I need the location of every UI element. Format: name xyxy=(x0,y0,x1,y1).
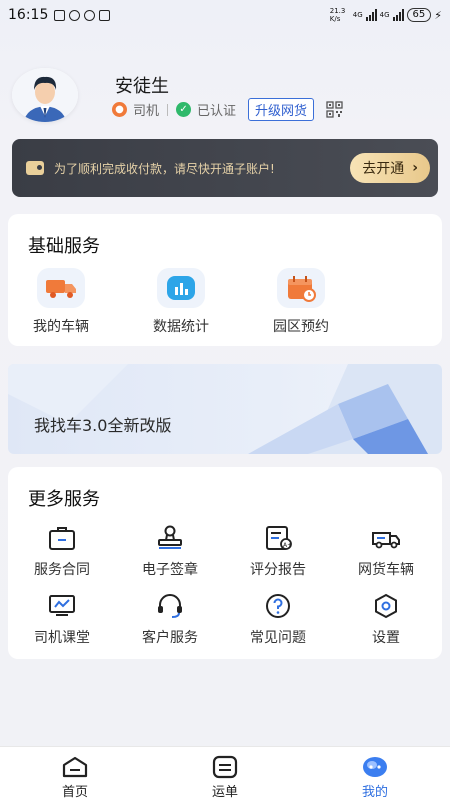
wallet-icon xyxy=(26,161,44,175)
classroom-icon xyxy=(12,591,112,621)
chart-icon xyxy=(157,268,205,308)
signal-label-2: 4G xyxy=(379,11,390,19)
chevron-right-icon: › xyxy=(412,160,418,176)
question-icon xyxy=(228,591,328,621)
service-label: 网货车辆 xyxy=(358,562,414,578)
svg-text:A+: A+ xyxy=(283,542,292,549)
service-label: 数据统计 xyxy=(153,319,209,335)
profile-icon xyxy=(300,755,450,779)
truck-icon xyxy=(37,268,85,308)
service-driver-classroom[interactable]: 司机课堂 xyxy=(12,591,112,647)
service-data-stats[interactable]: 数据统计 xyxy=(136,268,226,336)
briefcase-icon xyxy=(12,523,112,553)
driver-icon: ● xyxy=(112,102,127,117)
service-network-vehicles[interactable]: 网货车辆 xyxy=(336,523,436,579)
tab-label: 首页 xyxy=(61,785,88,800)
signal-icon xyxy=(365,9,377,21)
basic-services-title: 基础服务 xyxy=(28,236,100,257)
waybill-icon xyxy=(150,755,300,779)
signal-label-1: 4G xyxy=(352,11,363,19)
status-bar: 16:15 21.3 K/s 4G 4G 65 ⚡ xyxy=(0,0,450,30)
service-park-booking[interactable]: 园区预约 xyxy=(256,268,346,336)
tab-waybill[interactable]: 运单 xyxy=(150,747,300,800)
service-faq[interactable]: 常见问题 xyxy=(228,591,328,647)
more-services-card: 更多服务 服务合同 电子签章 A+ 评分报告 网货车辆 司机课堂 客户服务 常见… xyxy=(8,467,442,659)
user-name: 安徒生 xyxy=(115,76,169,97)
page: 16:15 21.3 K/s 4G 4G 65 ⚡ 安徒生 ● 司机 ✓ 已认证… xyxy=(0,0,450,800)
open-account-label: 去开通 xyxy=(362,161,405,177)
promo-banner[interactable]: 我找车3.0全新改版 xyxy=(8,364,442,454)
mute-icon xyxy=(99,9,111,21)
qr-code-icon[interactable] xyxy=(326,101,343,118)
tab-label: 运单 xyxy=(211,785,238,800)
notice-text: 为了顺利完成收付款，请尽快开通子账户! xyxy=(54,161,275,176)
headset-icon xyxy=(120,591,220,621)
basic-services-card: 基础服务 我的车辆 数据统计 园区预约 xyxy=(8,214,442,346)
location-icon xyxy=(84,9,96,21)
battery-icon: 65 xyxy=(406,8,432,22)
verified-label: 已认证 xyxy=(197,104,237,119)
nfc-icon xyxy=(69,9,81,21)
status-time: 16:15 xyxy=(8,7,49,23)
truck-outline-icon xyxy=(336,523,436,553)
service-label: 设置 xyxy=(372,630,400,646)
avatar[interactable] xyxy=(12,68,78,122)
service-contract[interactable]: 服务合同 xyxy=(12,523,112,579)
report-icon: A+ xyxy=(228,523,328,553)
service-label: 常见问题 xyxy=(250,630,306,646)
service-label: 服务合同 xyxy=(34,562,90,578)
service-label: 司机课堂 xyxy=(34,630,90,646)
service-e-signature[interactable]: 电子签章 xyxy=(120,523,220,579)
profile-tags: ● 司机 ✓ 已认证 升级网货 xyxy=(112,98,343,121)
service-label: 电子签章 xyxy=(142,562,198,578)
service-label: 我的车辆 xyxy=(33,319,89,335)
promo-text: 我找车3.0全新改版 xyxy=(34,416,172,435)
more-services-title: 更多服务 xyxy=(28,489,100,510)
service-label: 园区预约 xyxy=(273,319,329,335)
charging-icon: ⚡ xyxy=(434,8,442,22)
service-score-report[interactable]: A+ 评分报告 xyxy=(228,523,328,579)
notification-icon xyxy=(54,9,66,21)
open-account-button[interactable]: 去开通 › xyxy=(350,153,430,183)
settings-icon xyxy=(336,591,436,621)
service-my-vehicles[interactable]: 我的车辆 xyxy=(16,268,106,336)
upgrade-button[interactable]: 升级网货 xyxy=(248,98,315,121)
home-icon xyxy=(0,755,150,779)
calendar-icon xyxy=(277,268,325,308)
role-label: 司机 xyxy=(133,104,160,119)
tab-label: 我的 xyxy=(361,785,388,800)
net-speed: 21.3 K/s xyxy=(329,7,346,23)
service-label: 客户服务 xyxy=(142,630,198,646)
tab-profile[interactable]: 我的 xyxy=(300,747,450,800)
service-settings[interactable]: 设置 xyxy=(336,591,436,647)
stamp-icon xyxy=(120,523,220,553)
verified-check-icon: ✓ xyxy=(176,102,192,117)
promo-graphic xyxy=(8,364,442,454)
service-label: 评分报告 xyxy=(250,562,306,578)
open-account-notice: 为了顺利完成收付款，请尽快开通子账户! 去开通 › xyxy=(12,139,438,197)
tab-home[interactable]: 首页 xyxy=(0,747,150,800)
bottom-tab-bar: 首页 运单 我的 xyxy=(0,746,450,800)
service-customer-service[interactable]: 客户服务 xyxy=(120,591,220,647)
divider xyxy=(167,103,169,116)
signal-icon-2 xyxy=(392,9,404,21)
